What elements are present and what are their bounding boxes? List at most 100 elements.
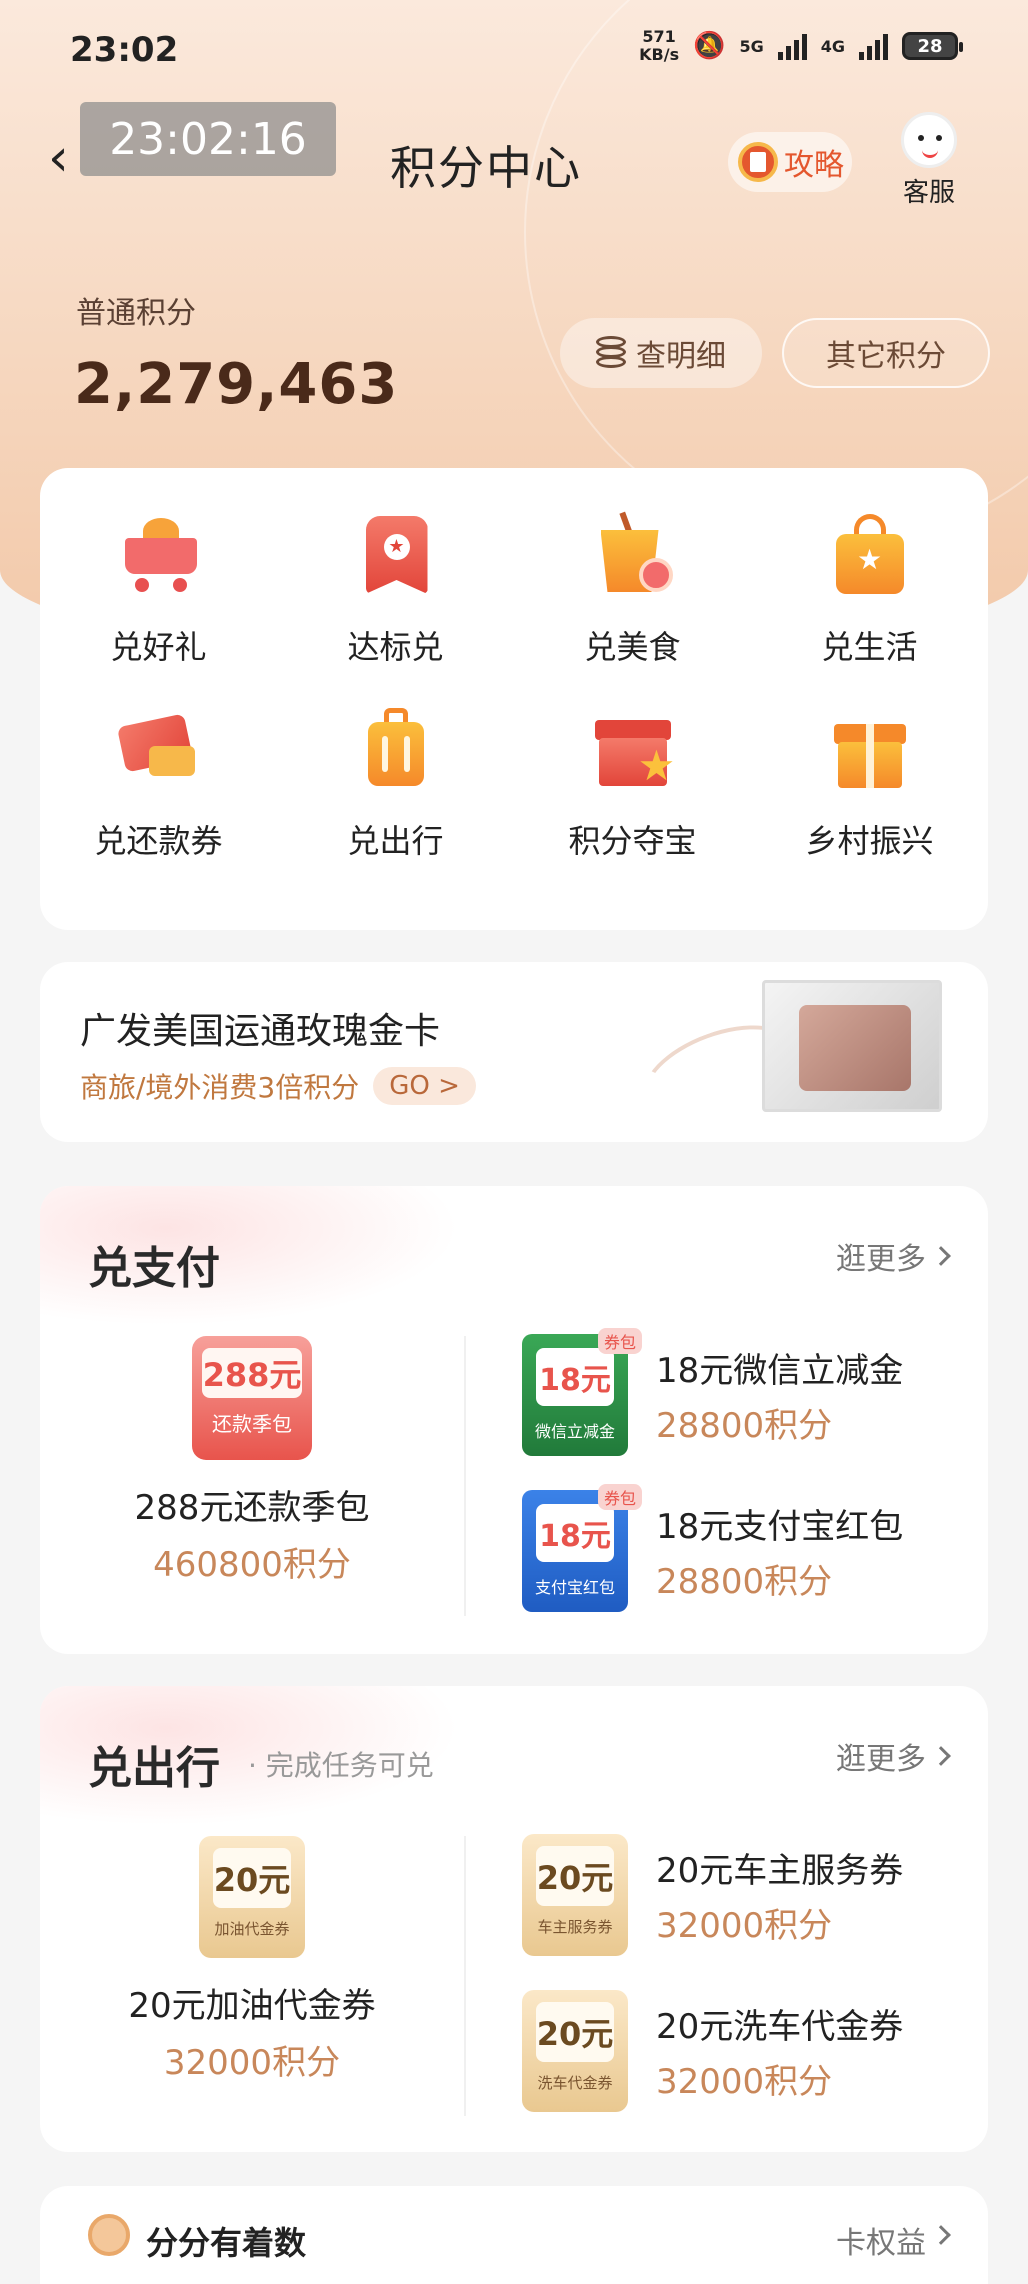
- chevron-right-icon: [931, 2225, 951, 2245]
- network-speed-unit: KB/s: [639, 45, 680, 64]
- section-title: 兑出行: [88, 1743, 220, 1794]
- promo-banner[interactable]: 广发美国运通玫瑰金卡 商旅/境外消费3倍积分 GO >: [40, 962, 988, 1142]
- category-label: 积分夺宝: [568, 822, 697, 860]
- fuel-coupon-thumbnail: 20元 加油代金券: [199, 1836, 305, 1958]
- see-more-label: 逛更多: [836, 1742, 926, 1777]
- luggage-icon: [352, 706, 440, 794]
- points-label: 普通积分: [76, 296, 196, 331]
- category-item-travel[interactable]: 兑出行: [277, 706, 514, 862]
- shopping-bag-icon: ★: [826, 512, 914, 600]
- points-value: 2,279,463: [74, 352, 399, 417]
- diamond-badge-icon: [88, 2214, 130, 2256]
- guide-button[interactable]: 攻略: [728, 132, 852, 192]
- see-more-label: 逛更多: [836, 1242, 926, 1277]
- see-more-button[interactable]: 逛更多: [836, 1234, 951, 1278]
- category-item-repayment-coupon[interactable]: 兑还款券: [40, 706, 277, 862]
- thumb-amount: 20元: [536, 1846, 614, 1906]
- category-item-life[interactable]: ★ 兑生活: [751, 512, 988, 668]
- offers-section: 分分有着数 卡权益: [40, 2186, 988, 2284]
- product-item-car-wash[interactable]: 20元 洗车代金券 20元洗车代金券 32000积分: [522, 1990, 962, 2112]
- banner-go-button[interactable]: GO >: [373, 1067, 476, 1105]
- product-price: 28800积分: [656, 1562, 833, 1602]
- category-label: 兑还款券: [94, 822, 223, 860]
- other-points-button[interactable]: 其它积分: [782, 318, 990, 388]
- thumb-caption: 洗车代金券: [537, 2074, 613, 2092]
- category-item-target-exchange[interactable]: ★ 达标兑: [277, 512, 514, 668]
- book-icon: [738, 142, 778, 182]
- time-overlay: 23:02:16: [80, 102, 336, 176]
- car-wash-coupon-thumbnail: 20元 洗车代金券: [522, 1990, 628, 2112]
- badge-star-icon: ★: [352, 512, 440, 600]
- section-title: 兑支付: [88, 1243, 220, 1294]
- chevron-right-icon: [931, 1746, 951, 1766]
- card-product-image: [762, 980, 942, 1112]
- thumb-amount: 20元: [213, 1848, 291, 1908]
- battery-icon: 28: [902, 32, 963, 60]
- product-item-wechat[interactable]: 券包 18元 微信立减金 18元微信立减金 28800积分: [522, 1328, 962, 1456]
- category-item-treasure[interactable]: ★ 积分夺宝: [514, 706, 751, 862]
- wechat-coupon-thumbnail: 券包 18元 微信立减金: [522, 1328, 642, 1456]
- thumb-caption: 微信立减金: [534, 1422, 615, 1441]
- banner-title: 广发美国运通玫瑰金卡: [80, 1011, 441, 1052]
- thumb-caption: 车主服务券: [537, 1918, 613, 1936]
- section-title: 分分有着数: [146, 2224, 307, 2262]
- product-item-car-service[interactable]: 20元 车主服务券 20元车主服务券 32000积分: [522, 1834, 962, 1956]
- pay-exchange-section: 兑支付 逛更多 288元 还款季包 288元还款季包 460800积分 券包 1…: [40, 1186, 988, 1654]
- customer-service-label: 客服: [902, 178, 955, 208]
- banner-subtitle: 商旅/境外消费3倍积分: [80, 1071, 360, 1104]
- back-button[interactable]: ‹: [48, 132, 69, 184]
- divider: [464, 1336, 466, 1616]
- shopping-cart-icon: [115, 512, 203, 600]
- ticket-card-icon: [115, 706, 203, 794]
- product-name: 288元还款季包: [134, 1488, 370, 1528]
- customer-service-button[interactable]: 客服: [894, 112, 964, 209]
- mute-icon: 🔕: [693, 31, 726, 61]
- status-icons: 571 KB/s 🔕 5G 4G 28: [639, 28, 963, 64]
- treasure-box-icon: ★: [589, 706, 677, 794]
- network-5g-label: 5G: [739, 36, 764, 56]
- pack-tag: 券包: [597, 1484, 642, 1510]
- rose-gold-card-image: [799, 1005, 911, 1091]
- product-item-alipay[interactable]: 券包 18元 支付宝红包 18元支付宝红包 28800积分: [522, 1484, 962, 1612]
- product-name: 20元洗车代金券: [656, 2007, 904, 2047]
- thumb-amount: 20元: [536, 2002, 614, 2062]
- product-item-fuel-coupon[interactable]: 20元 加油代金券 20元加油代金券 32000积分: [40, 1836, 464, 2084]
- product-name: 20元车主服务券: [656, 1851, 904, 1891]
- drink-cup-icon: [589, 511, 677, 600]
- category-label: 乡村振兴: [805, 822, 934, 860]
- card-benefits-label: 卡权益: [836, 2226, 926, 2261]
- view-details-label: 查明细: [636, 339, 726, 374]
- chevron-right-icon: [931, 1246, 951, 1266]
- travel-exchange-section: 兑出行 · 完成任务可兑 逛更多 20元 加油代金券 20元加油代金券 3200…: [40, 1686, 988, 2152]
- category-label: 兑好礼: [110, 628, 207, 666]
- card-benefits-button[interactable]: 卡权益: [836, 2218, 951, 2262]
- category-item-rural-revitalization[interactable]: 乡村振兴: [751, 706, 988, 862]
- product-item-repayment-pack[interactable]: 288元 还款季包 288元还款季包 460800积分: [40, 1336, 464, 1586]
- network-4g-label: 4G: [820, 36, 845, 56]
- category-item-food[interactable]: 兑美食: [514, 511, 751, 668]
- thumb-caption: 支付宝红包: [534, 1578, 615, 1597]
- network-speed: 571 KB/s: [639, 28, 679, 64]
- product-price: 28800积分: [656, 1406, 833, 1446]
- robot-avatar-icon: [901, 112, 957, 168]
- gift-box-icon: [826, 706, 914, 794]
- divider: [464, 1836, 466, 2116]
- banner-subtitle-row: 商旅/境外消费3倍积分 GO >: [80, 1066, 476, 1106]
- thumb-amount: 18元: [536, 1348, 614, 1406]
- thumb-caption: 加油代金券: [214, 1920, 290, 1938]
- category-label: 兑美食: [584, 628, 681, 666]
- coins-icon: [596, 336, 626, 370]
- category-label: 兑生活: [821, 628, 918, 666]
- product-price: 32000积分: [163, 2043, 341, 2083]
- status-time: 23:02: [70, 30, 179, 70]
- view-details-button[interactable]: 查明细: [560, 318, 762, 388]
- category-item-gifts[interactable]: 兑好礼: [40, 512, 277, 668]
- product-price: 460800积分: [153, 1545, 351, 1585]
- see-more-button[interactable]: 逛更多: [836, 1734, 951, 1778]
- thumb-amount: 288元: [202, 1348, 302, 1398]
- page-title: 积分中心: [390, 141, 582, 195]
- category-label: 达标兑: [347, 628, 444, 666]
- thumb-amount: 18元: [536, 1504, 614, 1562]
- repayment-coupon-thumbnail: 288元 还款季包: [192, 1336, 312, 1460]
- guide-label: 攻略: [784, 148, 844, 183]
